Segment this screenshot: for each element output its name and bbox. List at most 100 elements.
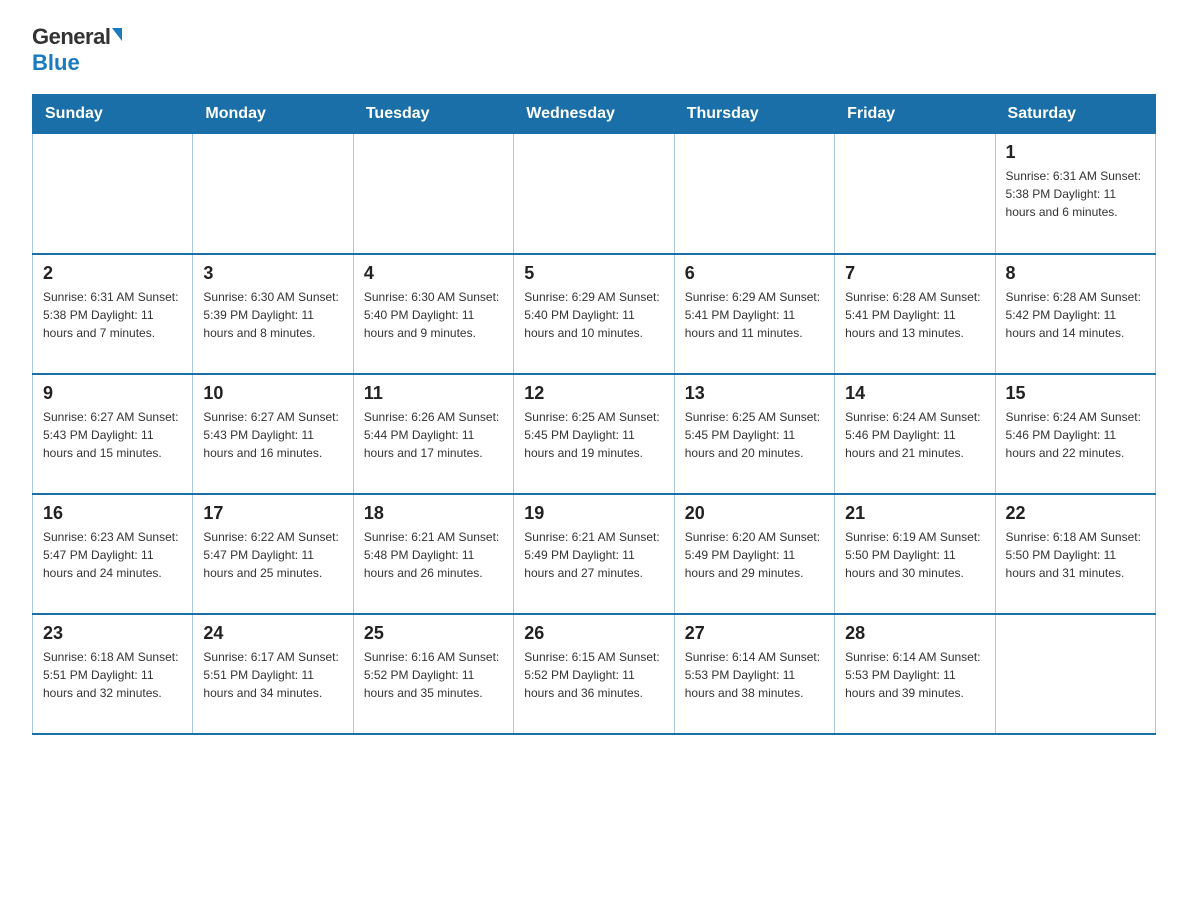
day-number: 24 <box>203 623 342 644</box>
day-info: Sunrise: 6:22 AM Sunset: 5:47 PM Dayligh… <box>203 528 342 582</box>
day-number: 16 <box>43 503 182 524</box>
day-number: 6 <box>685 263 824 284</box>
calendar-cell: 5 Sunrise: 6:29 AM Sunset: 5:40 PM Daylig… <box>514 254 674 374</box>
day-info: Sunrise: 6:17 AM Sunset: 5:51 PM Dayligh… <box>203 648 342 702</box>
calendar-cell: 27 Sunrise: 6:14 AM Sunset: 5:53 PM Dayli… <box>674 614 834 734</box>
calendar-cell <box>835 134 995 254</box>
day-number: 2 <box>43 263 182 284</box>
calendar-cell: 14 Sunrise: 6:24 AM Sunset: 5:46 PM Dayli… <box>835 374 995 494</box>
calendar-cell: 4 Sunrise: 6:30 AM Sunset: 5:40 PM Daylig… <box>353 254 513 374</box>
calendar-cell: 25 Sunrise: 6:16 AM Sunset: 5:52 PM Dayli… <box>353 614 513 734</box>
day-number: 12 <box>524 383 663 404</box>
calendar-cell: 22 Sunrise: 6:18 AM Sunset: 5:50 PM Dayli… <box>995 494 1155 614</box>
day-info: Sunrise: 6:25 AM Sunset: 5:45 PM Dayligh… <box>524 408 663 462</box>
day-info: Sunrise: 6:18 AM Sunset: 5:50 PM Dayligh… <box>1006 528 1145 582</box>
day-info: Sunrise: 6:21 AM Sunset: 5:49 PM Dayligh… <box>524 528 663 582</box>
day-info: Sunrise: 6:20 AM Sunset: 5:49 PM Dayligh… <box>685 528 824 582</box>
weekday-header-thursday: Thursday <box>674 95 834 134</box>
calendar-week-row: 1 Sunrise: 6:31 AM Sunset: 5:38 PM Daylig… <box>33 134 1156 254</box>
day-info: Sunrise: 6:19 AM Sunset: 5:50 PM Dayligh… <box>845 528 984 582</box>
day-info: Sunrise: 6:31 AM Sunset: 5:38 PM Dayligh… <box>43 288 182 342</box>
day-info: Sunrise: 6:24 AM Sunset: 5:46 PM Dayligh… <box>1006 408 1145 462</box>
calendar-cell: 18 Sunrise: 6:21 AM Sunset: 5:48 PM Dayli… <box>353 494 513 614</box>
calendar-cell: 6 Sunrise: 6:29 AM Sunset: 5:41 PM Daylig… <box>674 254 834 374</box>
day-number: 27 <box>685 623 824 644</box>
day-number: 9 <box>43 383 182 404</box>
calendar-cell: 28 Sunrise: 6:14 AM Sunset: 5:53 PM Dayli… <box>835 614 995 734</box>
calendar-cell <box>353 134 513 254</box>
calendar-cell: 26Sunrise: 6:15 AM Sunset: 5:52 PM Dayli… <box>514 614 674 734</box>
day-info: Sunrise: 6:18 AM Sunset: 5:51 PM Dayligh… <box>43 648 182 702</box>
weekday-header-monday: Monday <box>193 95 353 134</box>
day-info: Sunrise: 6:16 AM Sunset: 5:52 PM Dayligh… <box>364 648 503 702</box>
calendar-cell <box>514 134 674 254</box>
calendar-cell: 10Sunrise: 6:27 AM Sunset: 5:43 PM Dayli… <box>193 374 353 494</box>
logo: General Blue <box>32 24 122 76</box>
calendar-cell <box>33 134 193 254</box>
weekday-header-tuesday: Tuesday <box>353 95 513 134</box>
day-number: 11 <box>364 383 503 404</box>
day-number: 1 <box>1006 142 1145 163</box>
day-info: Sunrise: 6:26 AM Sunset: 5:44 PM Dayligh… <box>364 408 503 462</box>
day-info: Sunrise: 6:27 AM Sunset: 5:43 PM Dayligh… <box>43 408 182 462</box>
calendar-cell <box>995 614 1155 734</box>
day-info: Sunrise: 6:31 AM Sunset: 5:38 PM Dayligh… <box>1006 167 1145 221</box>
calendar-cell: 17Sunrise: 6:22 AM Sunset: 5:47 PM Dayli… <box>193 494 353 614</box>
weekday-header-wednesday: Wednesday <box>514 95 674 134</box>
calendar-cell: 16 Sunrise: 6:23 AM Sunset: 5:47 PM Dayli… <box>33 494 193 614</box>
day-number: 14 <box>845 383 984 404</box>
calendar-cell: 15Sunrise: 6:24 AM Sunset: 5:46 PM Dayli… <box>995 374 1155 494</box>
day-number: 4 <box>364 263 503 284</box>
day-number: 5 <box>524 263 663 284</box>
logo-triangle-icon <box>112 28 122 41</box>
day-number: 22 <box>1006 503 1145 524</box>
calendar-cell: 13 Sunrise: 6:25 AM Sunset: 5:45 PM Dayli… <box>674 374 834 494</box>
day-number: 23 <box>43 623 182 644</box>
weekday-header-friday: Friday <box>835 95 995 134</box>
day-number: 13 <box>685 383 824 404</box>
day-info: Sunrise: 6:30 AM Sunset: 5:40 PM Dayligh… <box>364 288 503 342</box>
calendar-table: SundayMondayTuesdayWednesdayThursdayFrid… <box>32 94 1156 735</box>
day-info: Sunrise: 6:29 AM Sunset: 5:40 PM Dayligh… <box>524 288 663 342</box>
day-info: Sunrise: 6:14 AM Sunset: 5:53 PM Dayligh… <box>845 648 984 702</box>
day-info: Sunrise: 6:24 AM Sunset: 5:46 PM Dayligh… <box>845 408 984 462</box>
calendar-week-row: 16 Sunrise: 6:23 AM Sunset: 5:47 PM Dayli… <box>33 494 1156 614</box>
calendar-week-row: 9 Sunrise: 6:27 AM Sunset: 5:43 PM Daylig… <box>33 374 1156 494</box>
day-info: Sunrise: 6:21 AM Sunset: 5:48 PM Dayligh… <box>364 528 503 582</box>
calendar-cell: 8 Sunrise: 6:28 AM Sunset: 5:42 PM Daylig… <box>995 254 1155 374</box>
calendar-week-row: 23 Sunrise: 6:18 AM Sunset: 5:51 PM Dayli… <box>33 614 1156 734</box>
calendar-cell: 20Sunrise: 6:20 AM Sunset: 5:49 PM Dayli… <box>674 494 834 614</box>
calendar-cell <box>674 134 834 254</box>
day-info: Sunrise: 6:28 AM Sunset: 5:41 PM Dayligh… <box>845 288 984 342</box>
day-number: 28 <box>845 623 984 644</box>
day-number: 18 <box>364 503 503 524</box>
day-info: Sunrise: 6:30 AM Sunset: 5:39 PM Dayligh… <box>203 288 342 342</box>
weekday-header-saturday: Saturday <box>995 95 1155 134</box>
calendar-cell: 21Sunrise: 6:19 AM Sunset: 5:50 PM Dayli… <box>835 494 995 614</box>
day-info: Sunrise: 6:25 AM Sunset: 5:45 PM Dayligh… <box>685 408 824 462</box>
day-number: 19 <box>524 503 663 524</box>
weekday-header-sunday: Sunday <box>33 95 193 134</box>
day-info: Sunrise: 6:14 AM Sunset: 5:53 PM Dayligh… <box>685 648 824 702</box>
calendar-cell <box>193 134 353 254</box>
day-number: 10 <box>203 383 342 404</box>
calendar-cell: 11 Sunrise: 6:26 AM Sunset: 5:44 PM Dayli… <box>353 374 513 494</box>
day-info: Sunrise: 6:23 AM Sunset: 5:47 PM Dayligh… <box>43 528 182 582</box>
day-number: 25 <box>364 623 503 644</box>
calendar-cell: 12 Sunrise: 6:25 AM Sunset: 5:45 PM Dayli… <box>514 374 674 494</box>
calendar-cell: 1 Sunrise: 6:31 AM Sunset: 5:38 PM Daylig… <box>995 134 1155 254</box>
day-number: 3 <box>203 263 342 284</box>
day-number: 8 <box>1006 263 1145 284</box>
calendar-cell: 19 Sunrise: 6:21 AM Sunset: 5:49 PM Dayli… <box>514 494 674 614</box>
logo-general-text: General <box>32 24 110 50</box>
weekday-header-row: SundayMondayTuesdayWednesdayThursdayFrid… <box>33 95 1156 134</box>
day-number: 7 <box>845 263 984 284</box>
calendar-cell: 24 Sunrise: 6:17 AM Sunset: 5:51 PM Dayli… <box>193 614 353 734</box>
calendar-cell: 23 Sunrise: 6:18 AM Sunset: 5:51 PM Dayli… <box>33 614 193 734</box>
day-info: Sunrise: 6:29 AM Sunset: 5:41 PM Dayligh… <box>685 288 824 342</box>
day-info: Sunrise: 6:15 AM Sunset: 5:52 PM Dayligh… <box>524 648 663 702</box>
calendar-cell: 2 Sunrise: 6:31 AM Sunset: 5:38 PM Daylig… <box>33 254 193 374</box>
day-info: Sunrise: 6:28 AM Sunset: 5:42 PM Dayligh… <box>1006 288 1145 342</box>
calendar-cell: 3 Sunrise: 6:30 AM Sunset: 5:39 PM Daylig… <box>193 254 353 374</box>
calendar-week-row: 2 Sunrise: 6:31 AM Sunset: 5:38 PM Daylig… <box>33 254 1156 374</box>
